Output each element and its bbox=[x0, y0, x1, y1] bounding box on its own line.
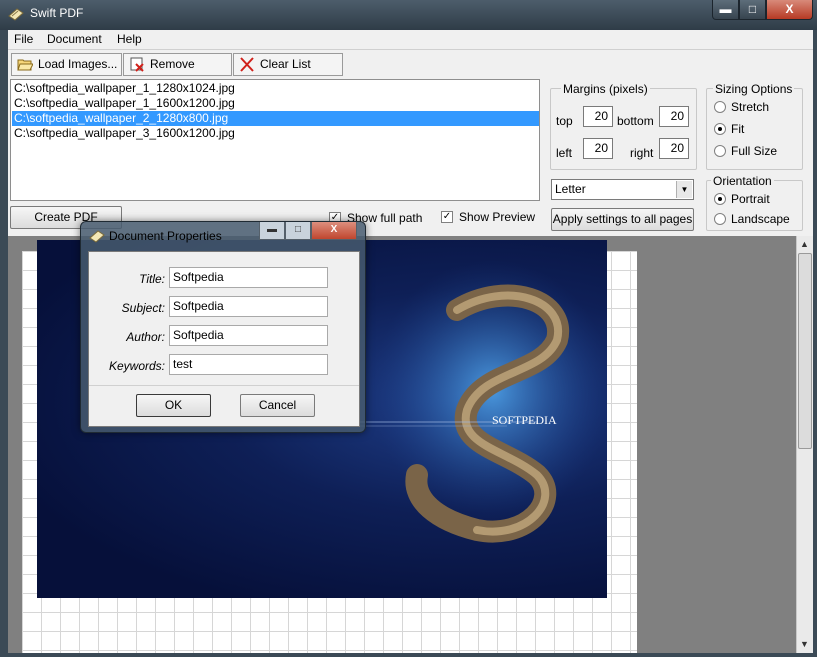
dialog-title: Document Properties bbox=[109, 229, 222, 243]
show-preview-checkbox[interactable]: ✓ bbox=[441, 211, 453, 223]
dialog-body: Title: Softpedia Subject: Softpedia Auth… bbox=[88, 251, 360, 427]
list-item[interactable]: C:\softpedia_wallpaper_1_1600x1200.jpg bbox=[12, 96, 539, 111]
keywords-field[interactable]: test bbox=[169, 354, 328, 375]
subject-field[interactable]: Softpedia bbox=[169, 296, 328, 317]
title-field[interactable]: Softpedia bbox=[169, 267, 328, 288]
minimize-button[interactable]: ▬ bbox=[712, 0, 739, 20]
paper-size-value: Letter bbox=[555, 182, 586, 196]
margins-group-label: Margins (pixels) bbox=[561, 82, 650, 96]
remove-image-button[interactable]: Remove Image bbox=[123, 53, 232, 92]
author-field-label: Author: bbox=[126, 330, 165, 344]
close-button[interactable]: X bbox=[766, 0, 813, 20]
folder-open-icon bbox=[17, 59, 33, 71]
title-field-label: Title: bbox=[139, 272, 165, 286]
toolbar: Load Images... Remove Image Clear List bbox=[8, 49, 813, 92]
title-bar[interactable]: Swift PDF ▬ □ X bbox=[0, 0, 817, 30]
scroll-up-icon[interactable]: ▲ bbox=[800, 239, 809, 249]
sizing-fit-label[interactable]: Fit bbox=[731, 122, 744, 136]
orientation-label: Orientation bbox=[711, 174, 774, 188]
apply-settings-button[interactable]: Apply settings to all pages bbox=[551, 208, 694, 231]
list-item[interactable]: C:\softpedia_wallpaper_1_1280x1024.jpg bbox=[12, 81, 539, 96]
app-title: Swift PDF bbox=[30, 6, 84, 20]
vertical-scrollbar[interactable]: ▲ ▼ bbox=[796, 236, 813, 653]
sizing-options-label: Sizing Options bbox=[713, 82, 795, 96]
menu-file[interactable]: File bbox=[14, 32, 33, 46]
margin-top-label: top bbox=[556, 114, 573, 128]
paper-size-select[interactable]: Letter ▼ bbox=[551, 179, 694, 200]
author-field[interactable]: Softpedia bbox=[169, 325, 328, 346]
sizing-fullsize-label[interactable]: Full Size bbox=[731, 144, 777, 158]
chevron-down-icon[interactable]: ▼ bbox=[676, 181, 692, 198]
menu-help[interactable]: Help bbox=[117, 32, 142, 46]
cancel-button[interactable]: Cancel bbox=[240, 394, 315, 417]
margin-top-field[interactable]: 20 bbox=[583, 106, 613, 127]
dialog-separator bbox=[89, 385, 359, 386]
clear-list-label: Clear List bbox=[260, 57, 311, 71]
margin-bottom-label: bottom bbox=[617, 114, 654, 128]
margin-right-label: right bbox=[630, 146, 654, 160]
show-preview-label[interactable]: Show Preview bbox=[459, 210, 535, 224]
keywords-field-label: Keywords: bbox=[108, 359, 165, 373]
clear-x-icon bbox=[240, 57, 254, 72]
load-images-label: Load Images... bbox=[38, 57, 118, 71]
preview-watermark-text: SOFTPEDIA bbox=[492, 413, 557, 427]
orientation-landscape-radio[interactable] bbox=[714, 213, 726, 225]
scrollbar-thumb[interactable] bbox=[798, 253, 812, 449]
document-properties-dialog: Document Properties ▬ □ X Title: Softped… bbox=[80, 221, 366, 433]
dialog-minimize-icon[interactable]: ▬ bbox=[259, 222, 285, 240]
margin-left-field[interactable]: 20 bbox=[583, 138, 613, 159]
subject-field-label: Subject: bbox=[121, 301, 165, 315]
app-icon bbox=[8, 8, 24, 21]
ok-button[interactable]: OK bbox=[136, 394, 211, 417]
dialog-maximize-icon[interactable]: □ bbox=[285, 222, 311, 240]
orientation-landscape-label[interactable]: Landscape bbox=[731, 212, 790, 226]
clear-list-button[interactable]: Clear List bbox=[233, 53, 343, 76]
margin-bottom-field[interactable]: 20 bbox=[659, 106, 689, 127]
orientation-portrait-label[interactable]: Portrait bbox=[731, 192, 770, 206]
menu-document[interactable]: Document bbox=[47, 32, 102, 46]
dialog-close-icon[interactable]: X bbox=[311, 222, 357, 240]
margin-left-label: left bbox=[556, 146, 573, 160]
remove-image-icon bbox=[130, 57, 144, 72]
list-item-selected[interactable]: C:\softpedia_wallpaper_2_1280x800.jpg bbox=[12, 111, 539, 126]
maximize-button[interactable]: □ bbox=[739, 0, 766, 20]
app-window: Swift PDF ▬ □ X File Document Help Load … bbox=[0, 0, 817, 657]
menu-bar: File Document Help bbox=[8, 30, 813, 48]
orientation-portrait-radio[interactable] bbox=[714, 193, 726, 205]
scroll-down-icon[interactable]: ▼ bbox=[800, 639, 809, 649]
sizing-fit-radio[interactable] bbox=[714, 123, 726, 135]
sizing-stretch-label[interactable]: Stretch bbox=[731, 100, 769, 114]
margin-right-field[interactable]: 20 bbox=[659, 138, 689, 159]
sizing-stretch-radio[interactable] bbox=[714, 101, 726, 113]
dialog-app-icon bbox=[89, 230, 105, 243]
load-images-button[interactable]: Load Images... bbox=[11, 53, 122, 76]
list-item[interactable]: C:\softpedia_wallpaper_3_1600x1200.jpg bbox=[12, 126, 539, 141]
sizing-fullsize-radio[interactable] bbox=[714, 145, 726, 157]
image-file-list[interactable]: C:\softpedia_wallpaper_1_1280x1024.jpg C… bbox=[10, 79, 540, 201]
